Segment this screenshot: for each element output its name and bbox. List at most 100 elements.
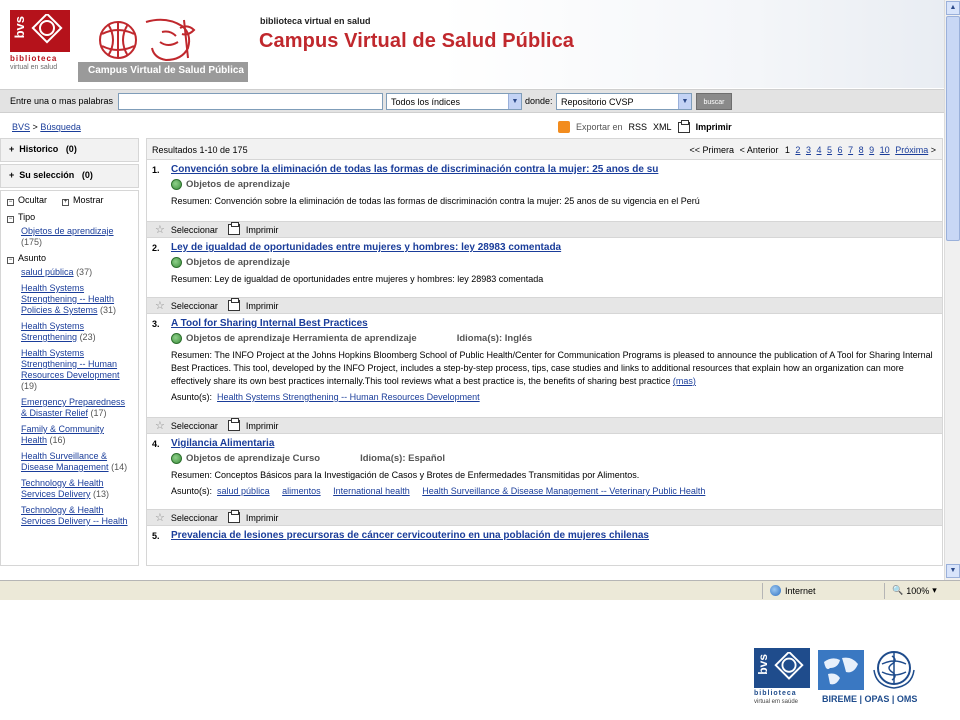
- chevron-down-icon[interactable]: ▼: [678, 94, 691, 109]
- facet-link[interactable]: Health Surveillance & Disease Management: [21, 451, 109, 472]
- result-abstract: Resumen: Conceptos Básicos para la Inves…: [171, 470, 640, 480]
- print-button[interactable]: Imprimir: [246, 513, 279, 523]
- page-link[interactable]: 10: [880, 145, 890, 155]
- collapse-icon[interactable]: −: [7, 216, 14, 223]
- vertical-scrollbar[interactable]: ▲ ▼: [944, 0, 960, 580]
- result-item: 1. Convención sobre la eliminación de to…: [146, 160, 943, 222]
- page-link[interactable]: 4: [816, 145, 821, 155]
- facet-link[interactable]: Health Systems Strengthening -- Human Re…: [21, 348, 120, 380]
- page-link[interactable]: 7: [848, 145, 853, 155]
- bvs-footer-logo: bvs biblioteca virtual em saúde: [754, 648, 810, 710]
- chevron-down-icon[interactable]: ▾: [932, 585, 937, 596]
- page-link[interactable]: 8: [859, 145, 864, 155]
- expand-all-icon[interactable]: +: [62, 199, 70, 206]
- export-rss-button[interactable]: RSS: [629, 122, 648, 132]
- zoom-control[interactable]: 🔍 100% ▾: [892, 585, 937, 596]
- scroll-up-icon[interactable]: ▲: [946, 1, 960, 15]
- subject-link[interactable]: Health Surveillance & Disease Management…: [422, 486, 705, 496]
- facet-link[interactable]: Emergency Preparedness & Disaster Relief: [21, 397, 125, 418]
- print-icon[interactable]: [227, 298, 240, 311]
- bvs-caption: biblioteca virtual en salud: [10, 54, 58, 71]
- facet-link[interactable]: salud pública: [21, 267, 74, 277]
- star-icon[interactable]: ☆: [155, 223, 165, 236]
- select-button[interactable]: Seleccionar: [171, 513, 218, 523]
- subject-link[interactable]: alimentos: [282, 486, 321, 496]
- result-title-link[interactable]: Ley de igualdad de oportunidades entre m…: [171, 242, 936, 253]
- first-page-link[interactable]: << Primera: [690, 145, 735, 155]
- internet-zone-icon: [770, 585, 781, 596]
- search-button[interactable]: buscar: [696, 93, 732, 110]
- sidebar: + Historico (0) + Su selección (0) − Ocul…: [0, 138, 139, 580]
- star-icon[interactable]: ☆: [155, 419, 165, 432]
- search-input[interactable]: [118, 93, 383, 110]
- print-button[interactable]: Imprimir: [246, 421, 279, 431]
- print-icon[interactable]: [227, 222, 240, 235]
- result-title-link[interactable]: Prevalencia de lesiones precursoras de c…: [171, 530, 936, 541]
- scroll-thumb[interactable]: [946, 16, 960, 241]
- bvs-logo[interactable]: bvs: [10, 10, 70, 52]
- chevron-down-icon[interactable]: ▼: [508, 94, 521, 109]
- breadcrumb-current[interactable]: Búsqueda: [40, 122, 81, 132]
- star-icon[interactable]: ☆: [155, 299, 165, 312]
- page-title: Campus Virtual de Salud Pública: [259, 30, 575, 52]
- print-button[interactable]: Imprimir: [696, 122, 732, 132]
- result-title-link[interactable]: Vigilancia Alimentaria: [171, 438, 936, 449]
- result-title-link[interactable]: A Tool for Sharing Internal Best Practic…: [171, 318, 936, 329]
- export-toolbar: Exportar en RSS XML Imprimir: [558, 119, 732, 134]
- page-link[interactable]: 9: [869, 145, 874, 155]
- page-link[interactable]: 3: [806, 145, 811, 155]
- historico-panel[interactable]: + Historico (0): [0, 138, 139, 162]
- print-button[interactable]: Imprimir: [246, 225, 279, 235]
- facet-item: Technology & Health Services Delivery (1…: [21, 478, 110, 499]
- star-icon[interactable]: ☆: [155, 511, 165, 524]
- browser-viewport: bvs biblioteca virtual en salud Campus V…: [0, 0, 960, 600]
- learning-object-icon: [171, 333, 182, 344]
- facet-link[interactable]: Technology & Health Services Delivery: [21, 478, 104, 499]
- subject-link[interactable]: salud pública: [217, 486, 270, 496]
- export-xml-button[interactable]: XML: [653, 122, 672, 132]
- select-button[interactable]: Seleccionar: [171, 421, 218, 431]
- print-icon[interactable]: [677, 119, 690, 133]
- footer-logos: bvs biblioteca virtual em saúde BIREME |…: [754, 648, 924, 710]
- subject-link[interactable]: International health: [333, 486, 410, 496]
- site-banner: bvs biblioteca virtual en salud Campus V…: [0, 0, 960, 88]
- security-zone: Internet: [770, 585, 816, 596]
- facet-item: Objetos de aprendizaje (175): [21, 226, 114, 247]
- select-button[interactable]: Seleccionar: [171, 301, 218, 311]
- result-title-link[interactable]: Convención sobre la eliminación de todas…: [171, 164, 936, 175]
- page-link[interactable]: 6: [838, 145, 843, 155]
- show-all-button[interactable]: Mostrar: [73, 195, 104, 205]
- expand-icon[interactable]: +: [9, 144, 14, 154]
- facet-link[interactable]: Health Systems Strengthening: [21, 321, 84, 342]
- page-link[interactable]: 2: [795, 145, 800, 155]
- result-item: 5. Prevalencia de lesiones precursoras d…: [146, 526, 943, 566]
- repository-select[interactable]: Repositorio CVSP ▼: [556, 93, 692, 110]
- hide-all-button[interactable]: Ocultar: [18, 195, 47, 205]
- export-label: Exportar en: [576, 122, 623, 132]
- print-button[interactable]: Imprimir: [246, 301, 279, 311]
- page-link[interactable]: 5: [827, 145, 832, 155]
- pagination: << Primera < Anterior 1 2 3 4 5 6 7 8 9 …: [689, 145, 936, 155]
- print-icon[interactable]: [227, 418, 240, 431]
- index-select[interactable]: Todos los índices ▼: [386, 93, 522, 110]
- facet-link[interactable]: Technology & Health Services Delivery --…: [21, 505, 128, 526]
- collapse-all-icon[interactable]: −: [7, 199, 14, 206]
- cvsp-strip: Campus Virtual de Salud Pública: [78, 62, 248, 82]
- result-actions: ☆ Seleccionar Imprimir: [146, 222, 943, 238]
- organizations-label: BIREME | OPAS | OMS: [822, 694, 918, 704]
- breadcrumb-home[interactable]: BVS: [12, 122, 30, 132]
- results-panel: Resultados 1-10 de 175 << Primera < Ante…: [146, 138, 943, 580]
- facet-link[interactable]: Objetos de aprendizaje: [21, 226, 114, 236]
- scroll-down-icon[interactable]: ▼: [946, 564, 960, 578]
- seleccion-panel[interactable]: + Su selección (0): [0, 164, 139, 188]
- result-subjects: Asunto(s): salud pública alimentos Inter…: [171, 486, 706, 496]
- more-link[interactable]: (mas): [673, 376, 696, 386]
- collapse-icon[interactable]: −: [7, 257, 14, 264]
- facet-asunto: − Asunto salud pública (37) Health System…: [7, 253, 132, 527]
- subject-link[interactable]: Health Systems Strengthening -- Human Re…: [217, 392, 480, 402]
- select-button[interactable]: Seleccionar: [171, 225, 218, 235]
- print-icon[interactable]: [227, 510, 240, 523]
- next-page-link[interactable]: Próxima: [895, 145, 928, 155]
- prev-page-link[interactable]: < Anterior: [740, 145, 779, 155]
- expand-icon[interactable]: +: [9, 170, 14, 180]
